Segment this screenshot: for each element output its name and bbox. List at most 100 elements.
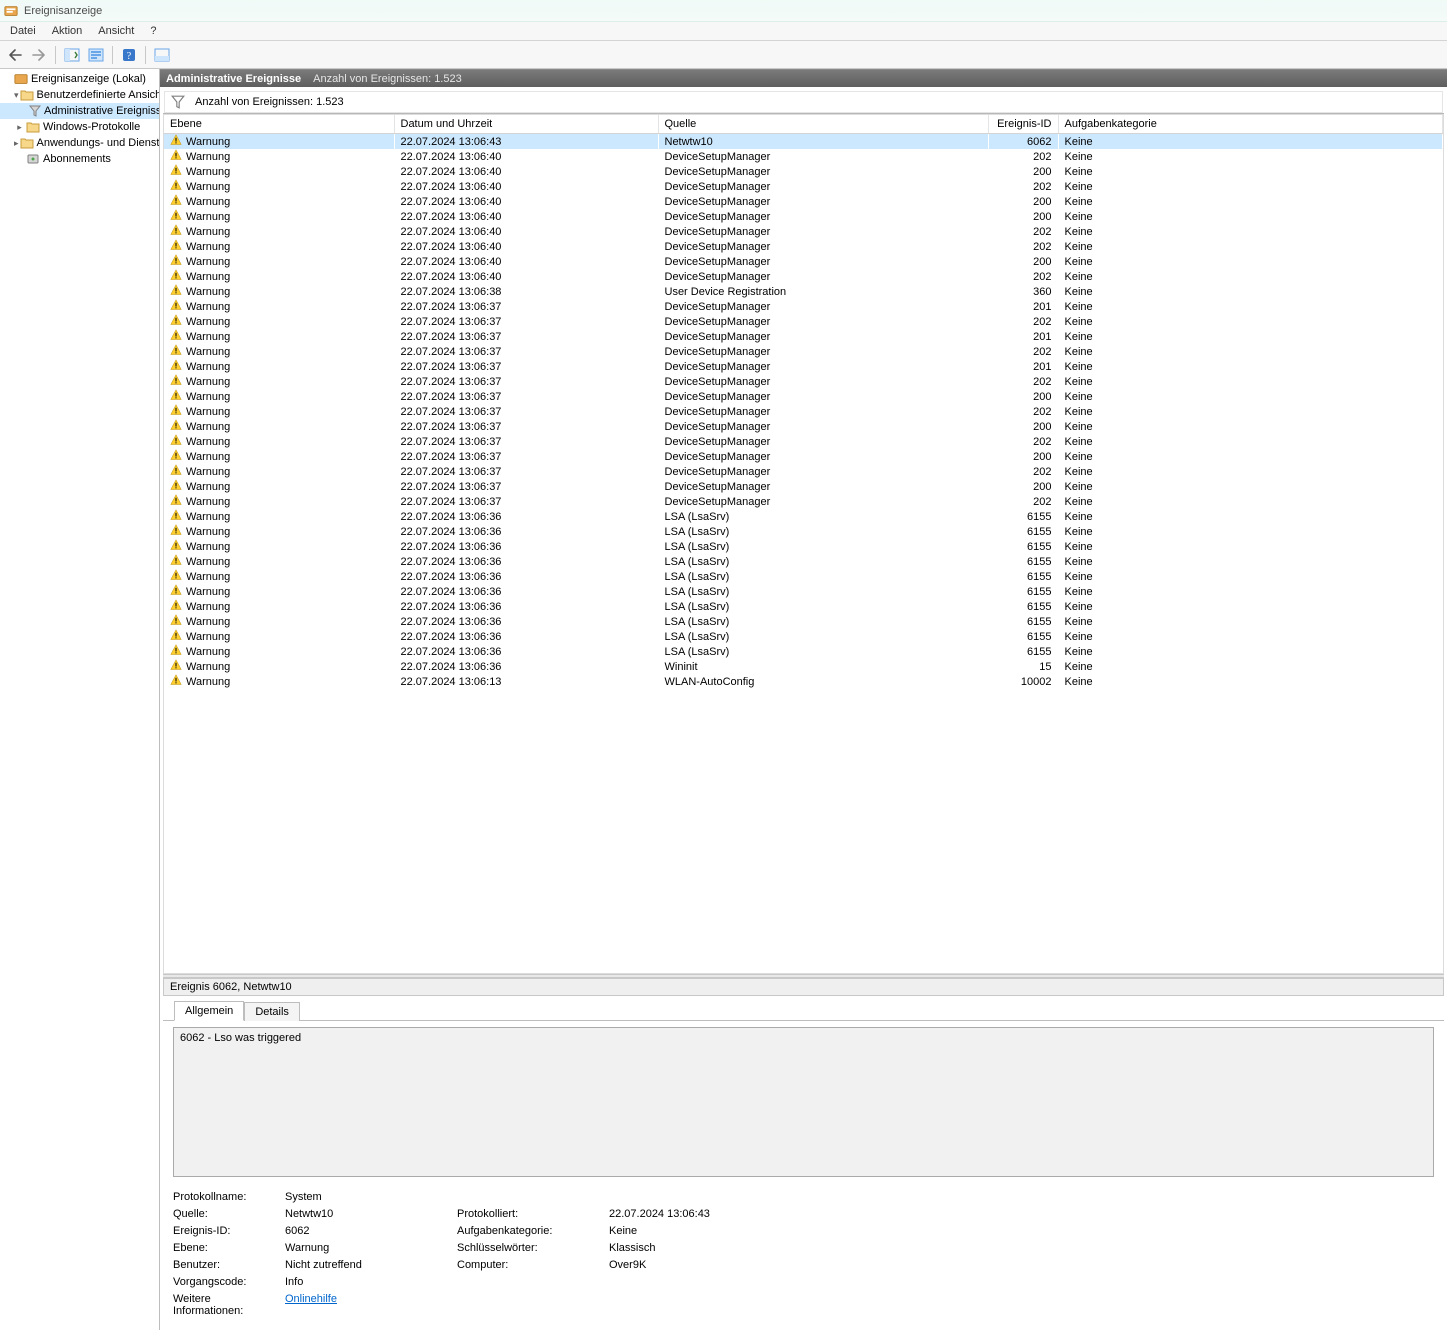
menu-aktion[interactable]: Aktion [44, 23, 91, 39]
menu-ansicht[interactable]: Ansicht [90, 23, 142, 39]
table-row[interactable]: Warnung22.07.2024 13:06:40DeviceSetupMan… [164, 269, 1443, 284]
tree-subscriptions[interactable]: Abonnements [0, 151, 159, 167]
table-row[interactable]: Warnung22.07.2024 13:06:40DeviceSetupMan… [164, 194, 1443, 209]
navigation-tree[interactable]: Ereignisanzeige (Lokal) ▾ Benutzerdefini… [0, 69, 160, 1330]
cell-eventid: 200 [988, 194, 1058, 209]
help-button[interactable]: ? [118, 44, 140, 66]
table-row[interactable]: Warnung22.07.2024 13:06:43Netwtw106062Ke… [164, 134, 1443, 150]
show-hide-tree-button[interactable] [61, 44, 83, 66]
cell-category: Keine [1058, 389, 1443, 404]
col-datetime[interactable]: Datum und Uhrzeit [394, 115, 658, 134]
tab-details[interactable]: Details [244, 1002, 300, 1021]
cell-datetime: 22.07.2024 13:06:36 [394, 539, 658, 554]
tree-windows-logs[interactable]: ▸ Windows-Protokolle [0, 119, 159, 135]
events-grid[interactable]: Ebene Datum und Uhrzeit Quelle Ereignis-… [163, 114, 1444, 974]
properties-button[interactable] [85, 44, 107, 66]
table-row[interactable]: Warnung22.07.2024 13:06:37DeviceSetupMan… [164, 389, 1443, 404]
table-row[interactable]: Warnung22.07.2024 13:06:37DeviceSetupMan… [164, 479, 1443, 494]
table-row[interactable]: Warnung22.07.2024 13:06:37DeviceSetupMan… [164, 464, 1443, 479]
cell-source: DeviceSetupManager [658, 224, 988, 239]
tree-root[interactable]: Ereignisanzeige (Lokal) [0, 71, 159, 87]
val-source: Netwtw10 [285, 1208, 445, 1220]
cell-datetime: 22.07.2024 13:06:40 [394, 164, 658, 179]
cell-level: Warnung [186, 361, 230, 373]
table-row[interactable]: Warnung22.07.2024 13:06:40DeviceSetupMan… [164, 179, 1443, 194]
col-level[interactable]: Ebene [164, 115, 394, 134]
warning-icon [170, 389, 182, 404]
cell-eventid: 200 [988, 164, 1058, 179]
cell-datetime: 22.07.2024 13:06:36 [394, 644, 658, 659]
nav-forward-button[interactable] [28, 44, 50, 66]
tree-windows-logs-label: Windows-Protokolle [43, 121, 140, 133]
table-row[interactable]: Warnung22.07.2024 13:06:37DeviceSetupMan… [164, 299, 1443, 314]
filter-count: 1.523 [316, 96, 344, 108]
cell-eventid: 202 [988, 494, 1058, 509]
warning-icon [170, 194, 182, 209]
menu-help[interactable]: ? [142, 23, 164, 39]
table-row[interactable]: Warnung22.07.2024 13:06:40DeviceSetupMan… [164, 209, 1443, 224]
val-computer: Over9K [609, 1259, 829, 1271]
cell-level: Warnung [186, 676, 230, 688]
table-row[interactable]: Warnung22.07.2024 13:06:37DeviceSetupMan… [164, 434, 1443, 449]
table-row[interactable]: Warnung22.07.2024 13:06:40DeviceSetupMan… [164, 254, 1443, 269]
preview-pane-button[interactable] [151, 44, 173, 66]
col-source[interactable]: Quelle [658, 115, 988, 134]
cell-source: DeviceSetupManager [658, 359, 988, 374]
table-row[interactable]: Warnung22.07.2024 13:06:37DeviceSetupMan… [164, 449, 1443, 464]
expander-closed-icon[interactable]: ▸ [14, 122, 25, 133]
tree-custom-views[interactable]: ▾ Benutzerdefinierte Ansichten [0, 87, 159, 103]
warning-icon [170, 584, 182, 599]
col-eventid[interactable]: Ereignis-ID [988, 115, 1058, 134]
cell-source: DeviceSetupManager [658, 314, 988, 329]
cell-level: Warnung [186, 436, 230, 448]
cell-level: Warnung [186, 616, 230, 628]
table-row[interactable]: Warnung22.07.2024 13:06:37DeviceSetupMan… [164, 344, 1443, 359]
cell-eventid: 202 [988, 404, 1058, 419]
table-row[interactable]: Warnung22.07.2024 13:06:37DeviceSetupMan… [164, 404, 1443, 419]
expander-open-icon[interactable]: ▾ [14, 90, 19, 101]
cell-eventid: 202 [988, 344, 1058, 359]
table-row[interactable]: Warnung22.07.2024 13:06:36LSA (LsaSrv)61… [164, 524, 1443, 539]
table-row[interactable]: Warnung22.07.2024 13:06:13WLAN-AutoConfi… [164, 674, 1443, 689]
table-row[interactable]: Warnung22.07.2024 13:06:36LSA (LsaSrv)61… [164, 509, 1443, 524]
table-row[interactable]: Warnung22.07.2024 13:06:37DeviceSetupMan… [164, 494, 1443, 509]
table-row[interactable]: Warnung22.07.2024 13:06:40DeviceSetupMan… [164, 164, 1443, 179]
cell-level: Warnung [186, 661, 230, 673]
table-row[interactable]: Warnung22.07.2024 13:06:40DeviceSetupMan… [164, 224, 1443, 239]
col-category[interactable]: Aufgabenkategorie [1058, 115, 1443, 134]
table-row[interactable]: Warnung22.07.2024 13:06:37DeviceSetupMan… [164, 419, 1443, 434]
table-row[interactable]: Warnung22.07.2024 13:06:37DeviceSetupMan… [164, 329, 1443, 344]
warning-icon [170, 509, 182, 524]
expander-closed-icon[interactable]: ▸ [14, 138, 19, 149]
warning-icon [170, 449, 182, 464]
tree-app-logs[interactable]: ▸ Anwendungs- und Dienstprotokolle [0, 135, 159, 151]
menu-datei[interactable]: Datei [2, 23, 44, 39]
cell-category: Keine [1058, 209, 1443, 224]
filter-icon[interactable] [171, 95, 185, 109]
subscriptions-icon [26, 152, 40, 166]
table-row[interactable]: Warnung22.07.2024 13:06:36LSA (LsaSrv)61… [164, 584, 1443, 599]
table-row[interactable]: Warnung22.07.2024 13:06:36LSA (LsaSrv)61… [164, 644, 1443, 659]
table-row[interactable]: Warnung22.07.2024 13:06:40DeviceSetupMan… [164, 239, 1443, 254]
panel-header: Administrative Ereignisse Anzahl von Ere… [160, 69, 1447, 87]
val-logged: 22.07.2024 13:06:43 [609, 1208, 829, 1220]
table-row[interactable]: Warnung22.07.2024 13:06:37DeviceSetupMan… [164, 359, 1443, 374]
cell-category: Keine [1058, 329, 1443, 344]
table-row[interactable]: Warnung22.07.2024 13:06:36Wininit15Keine [164, 659, 1443, 674]
table-row[interactable]: Warnung22.07.2024 13:06:38User Device Re… [164, 284, 1443, 299]
table-row[interactable]: Warnung22.07.2024 13:06:36LSA (LsaSrv)61… [164, 539, 1443, 554]
table-row[interactable]: Warnung22.07.2024 13:06:36LSA (LsaSrv)61… [164, 554, 1443, 569]
expander-icon[interactable] [2, 74, 13, 85]
link-onlinehelp[interactable]: Onlinehilfe [285, 1293, 337, 1305]
table-row[interactable]: Warnung22.07.2024 13:06:40DeviceSetupMan… [164, 149, 1443, 164]
nav-back-button[interactable] [4, 44, 26, 66]
table-row[interactable]: Warnung22.07.2024 13:06:36LSA (LsaSrv)61… [164, 569, 1443, 584]
table-row[interactable]: Warnung22.07.2024 13:06:36LSA (LsaSrv)61… [164, 614, 1443, 629]
table-row[interactable]: Warnung22.07.2024 13:06:37DeviceSetupMan… [164, 314, 1443, 329]
table-row[interactable]: Warnung22.07.2024 13:06:37DeviceSetupMan… [164, 374, 1443, 389]
table-row[interactable]: Warnung22.07.2024 13:06:36LSA (LsaSrv)61… [164, 599, 1443, 614]
table-row[interactable]: Warnung22.07.2024 13:06:36LSA (LsaSrv)61… [164, 629, 1443, 644]
tree-admin-events[interactable]: Administrative Ereignisse [0, 103, 159, 119]
warning-icon [170, 254, 182, 269]
tab-general[interactable]: Allgemein [174, 1001, 244, 1021]
